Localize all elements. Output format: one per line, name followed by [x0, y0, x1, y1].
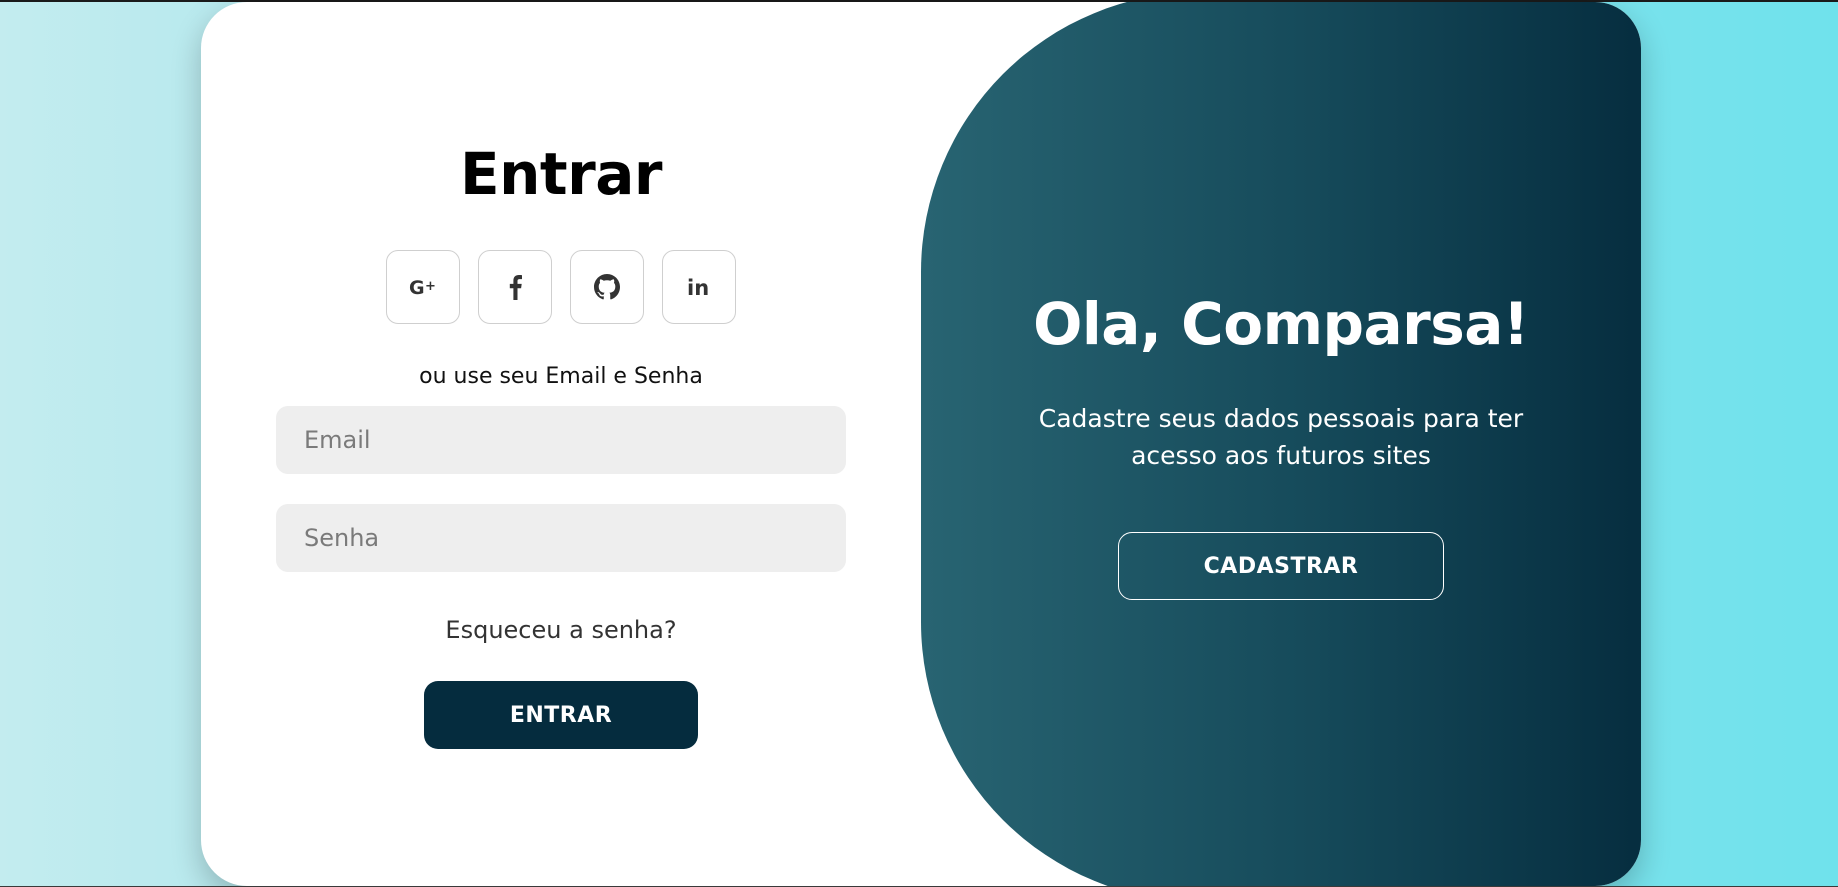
email-input[interactable] — [276, 406, 846, 474]
github-icon — [594, 274, 620, 300]
forgot-password-link[interactable]: Esqueceu a senha? — [201, 616, 921, 644]
svg-text:+: + — [425, 279, 436, 294]
linkedin-button[interactable]: in — [662, 250, 736, 324]
welcome-text: Cadastre seus dados pessoais para ter ac… — [1038, 404, 1524, 470]
signup-button[interactable]: CADASTRAR — [1118, 532, 1444, 600]
google-plus-icon: G + — [408, 275, 438, 299]
signin-title: Entrar — [460, 140, 662, 208]
svg-text:in: in — [687, 276, 709, 299]
password-input[interactable] — [276, 504, 846, 572]
auth-card: Entrar G + in ou use seu Email e Senha E… — [201, 2, 1641, 886]
github-button[interactable] — [570, 250, 644, 324]
facebook-button[interactable] — [478, 250, 552, 324]
social-login-row: G + in — [381, 250, 741, 326]
signin-button[interactable]: ENTRAR — [424, 681, 698, 749]
signin-panel: Entrar G + in ou use seu Email e Senha E… — [201, 2, 921, 886]
facebook-icon — [507, 274, 523, 300]
linkedin-icon: in — [686, 275, 712, 299]
google-plus-button[interactable]: G + — [386, 250, 460, 324]
alt-login-text: ou use seu Email e Senha — [419, 364, 703, 389]
welcome-title: Ola, Comparsa! — [1033, 290, 1529, 358]
svg-text:G: G — [409, 277, 425, 299]
